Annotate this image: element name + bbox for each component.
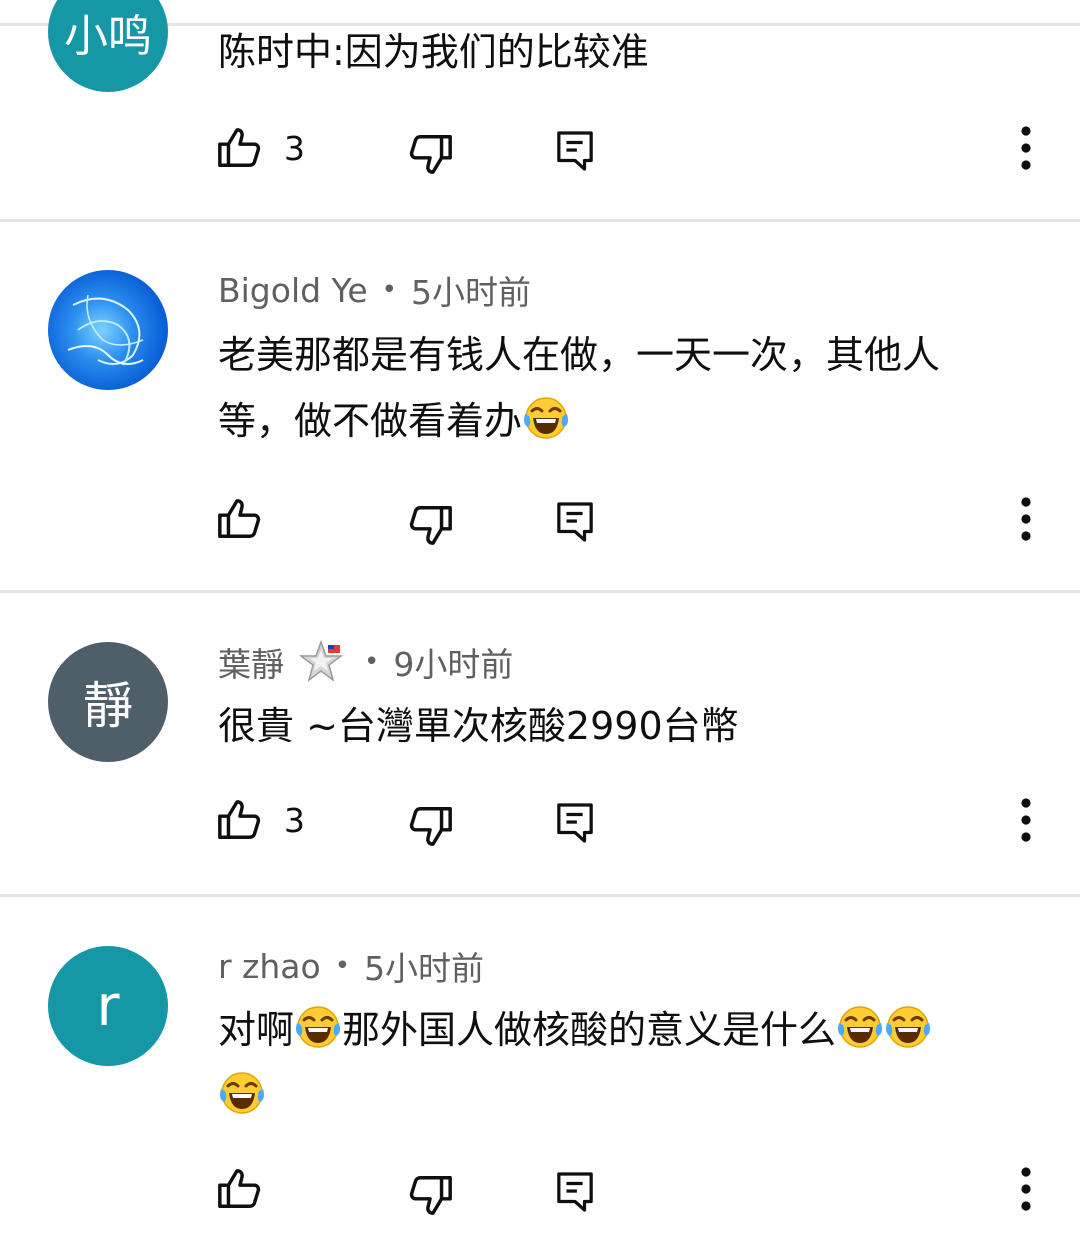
face-with-tears-of-joy-emoji	[884, 1003, 932, 1051]
comment-text: 很貴 ~台灣單次核酸2990台幣	[218, 704, 739, 748]
comment-text: 老美那都是有钱人在做，一天一次，其他人 等，做不做看着办	[218, 322, 1038, 454]
timestamp: 5小时前	[364, 949, 485, 988]
reply-icon	[556, 1171, 594, 1213]
more-options-button[interactable]	[1004, 118, 1048, 178]
dislike-button[interactable]	[408, 1159, 454, 1219]
comment-text: 对啊 那外国人做核酸的意义是什么	[218, 997, 1038, 1129]
separator-dot: •	[334, 951, 351, 981]
separator-dot: •	[381, 275, 397, 305]
comment-actions: 3	[0, 118, 1080, 178]
more-vert-icon	[1020, 1167, 1032, 1211]
like-button[interactable]: 3	[216, 118, 305, 178]
comment-text-part: 对啊	[218, 1008, 295, 1052]
more-vert-icon	[1020, 497, 1032, 541]
separator-dot: •	[364, 647, 380, 677]
thumb-down-icon	[408, 131, 454, 177]
comment-text-line: 等，做不做看着办	[218, 399, 523, 443]
fish-logo-icon	[67, 294, 144, 366]
divider	[0, 219, 1080, 222]
avatar[interactable]: r	[48, 946, 168, 1066]
avatar[interactable]: 靜	[48, 642, 168, 762]
like-button[interactable]	[216, 1159, 284, 1219]
comment-meta: 葉靜 • 9小时前	[218, 639, 513, 684]
face-with-tears-of-joy-emoji	[522, 394, 570, 442]
face-with-tears-of-joy-emoji	[294, 1003, 342, 1051]
like-button[interactable]	[216, 489, 284, 549]
comment-actions: 3	[0, 790, 1080, 850]
more-options-button[interactable]	[1004, 489, 1048, 549]
avatar[interactable]: 小鸣	[48, 0, 168, 92]
thumb-down-icon	[408, 1172, 454, 1218]
reply-button[interactable]	[556, 1159, 594, 1219]
author-name[interactable]: 葉靜	[218, 638, 284, 686]
reply-button[interactable]	[556, 489, 594, 549]
dislike-button[interactable]	[408, 118, 454, 178]
avatar-text: 靜	[83, 677, 133, 735]
thumb-down-icon	[408, 502, 454, 548]
reply-icon	[556, 501, 594, 543]
thumb-up-icon	[216, 797, 262, 843]
author-name[interactable]: r zhao	[218, 947, 321, 986]
thumb-up-icon	[216, 125, 262, 171]
reply-button[interactable]	[556, 790, 594, 850]
avatar-text: r	[96, 973, 120, 1039]
more-options-button[interactable]	[1004, 1159, 1048, 1219]
avatar-text: 小鸣	[64, 11, 152, 62]
divider	[0, 894, 1080, 897]
like-button[interactable]: 3	[216, 790, 305, 850]
comment-text: 陈时中:因为我们的比较准	[218, 30, 649, 74]
face-with-tears-of-joy-emoji	[218, 1069, 266, 1117]
face-with-tears-of-joy-emoji	[836, 1003, 884, 1051]
like-count: 3	[284, 800, 305, 840]
more-vert-icon	[1020, 798, 1032, 842]
thumb-up-icon	[216, 496, 262, 542]
thumb-up-icon	[216, 1166, 262, 1212]
dislike-button[interactable]	[408, 790, 454, 850]
comment-meta: r zhao • 5小时前	[218, 946, 484, 989]
avatar[interactable]	[48, 270, 168, 390]
comment-meta: Bigold Ye • 5小时前	[218, 270, 531, 313]
reply-icon	[556, 802, 594, 844]
dislike-button[interactable]	[408, 489, 454, 549]
more-options-button[interactable]	[1004, 790, 1048, 850]
comment-actions	[0, 1159, 1080, 1219]
star-badge-icon	[298, 639, 344, 682]
timestamp: 9小时前	[393, 645, 514, 684]
more-vert-icon	[1020, 126, 1032, 170]
reply-icon	[556, 130, 594, 172]
thumb-down-icon	[408, 803, 454, 849]
comment-text-part: 那外国人做核酸的意义是什么	[342, 1008, 837, 1052]
like-count: 3	[284, 128, 305, 168]
comment-text-line: 老美那都是有钱人在做，一天一次，其他人	[218, 333, 941, 377]
comment-actions	[0, 489, 1080, 549]
author-name[interactable]: Bigold Ye	[218, 271, 368, 310]
reply-button[interactable]	[556, 118, 594, 178]
divider	[0, 590, 1080, 593]
timestamp: 5小时前	[410, 273, 531, 312]
